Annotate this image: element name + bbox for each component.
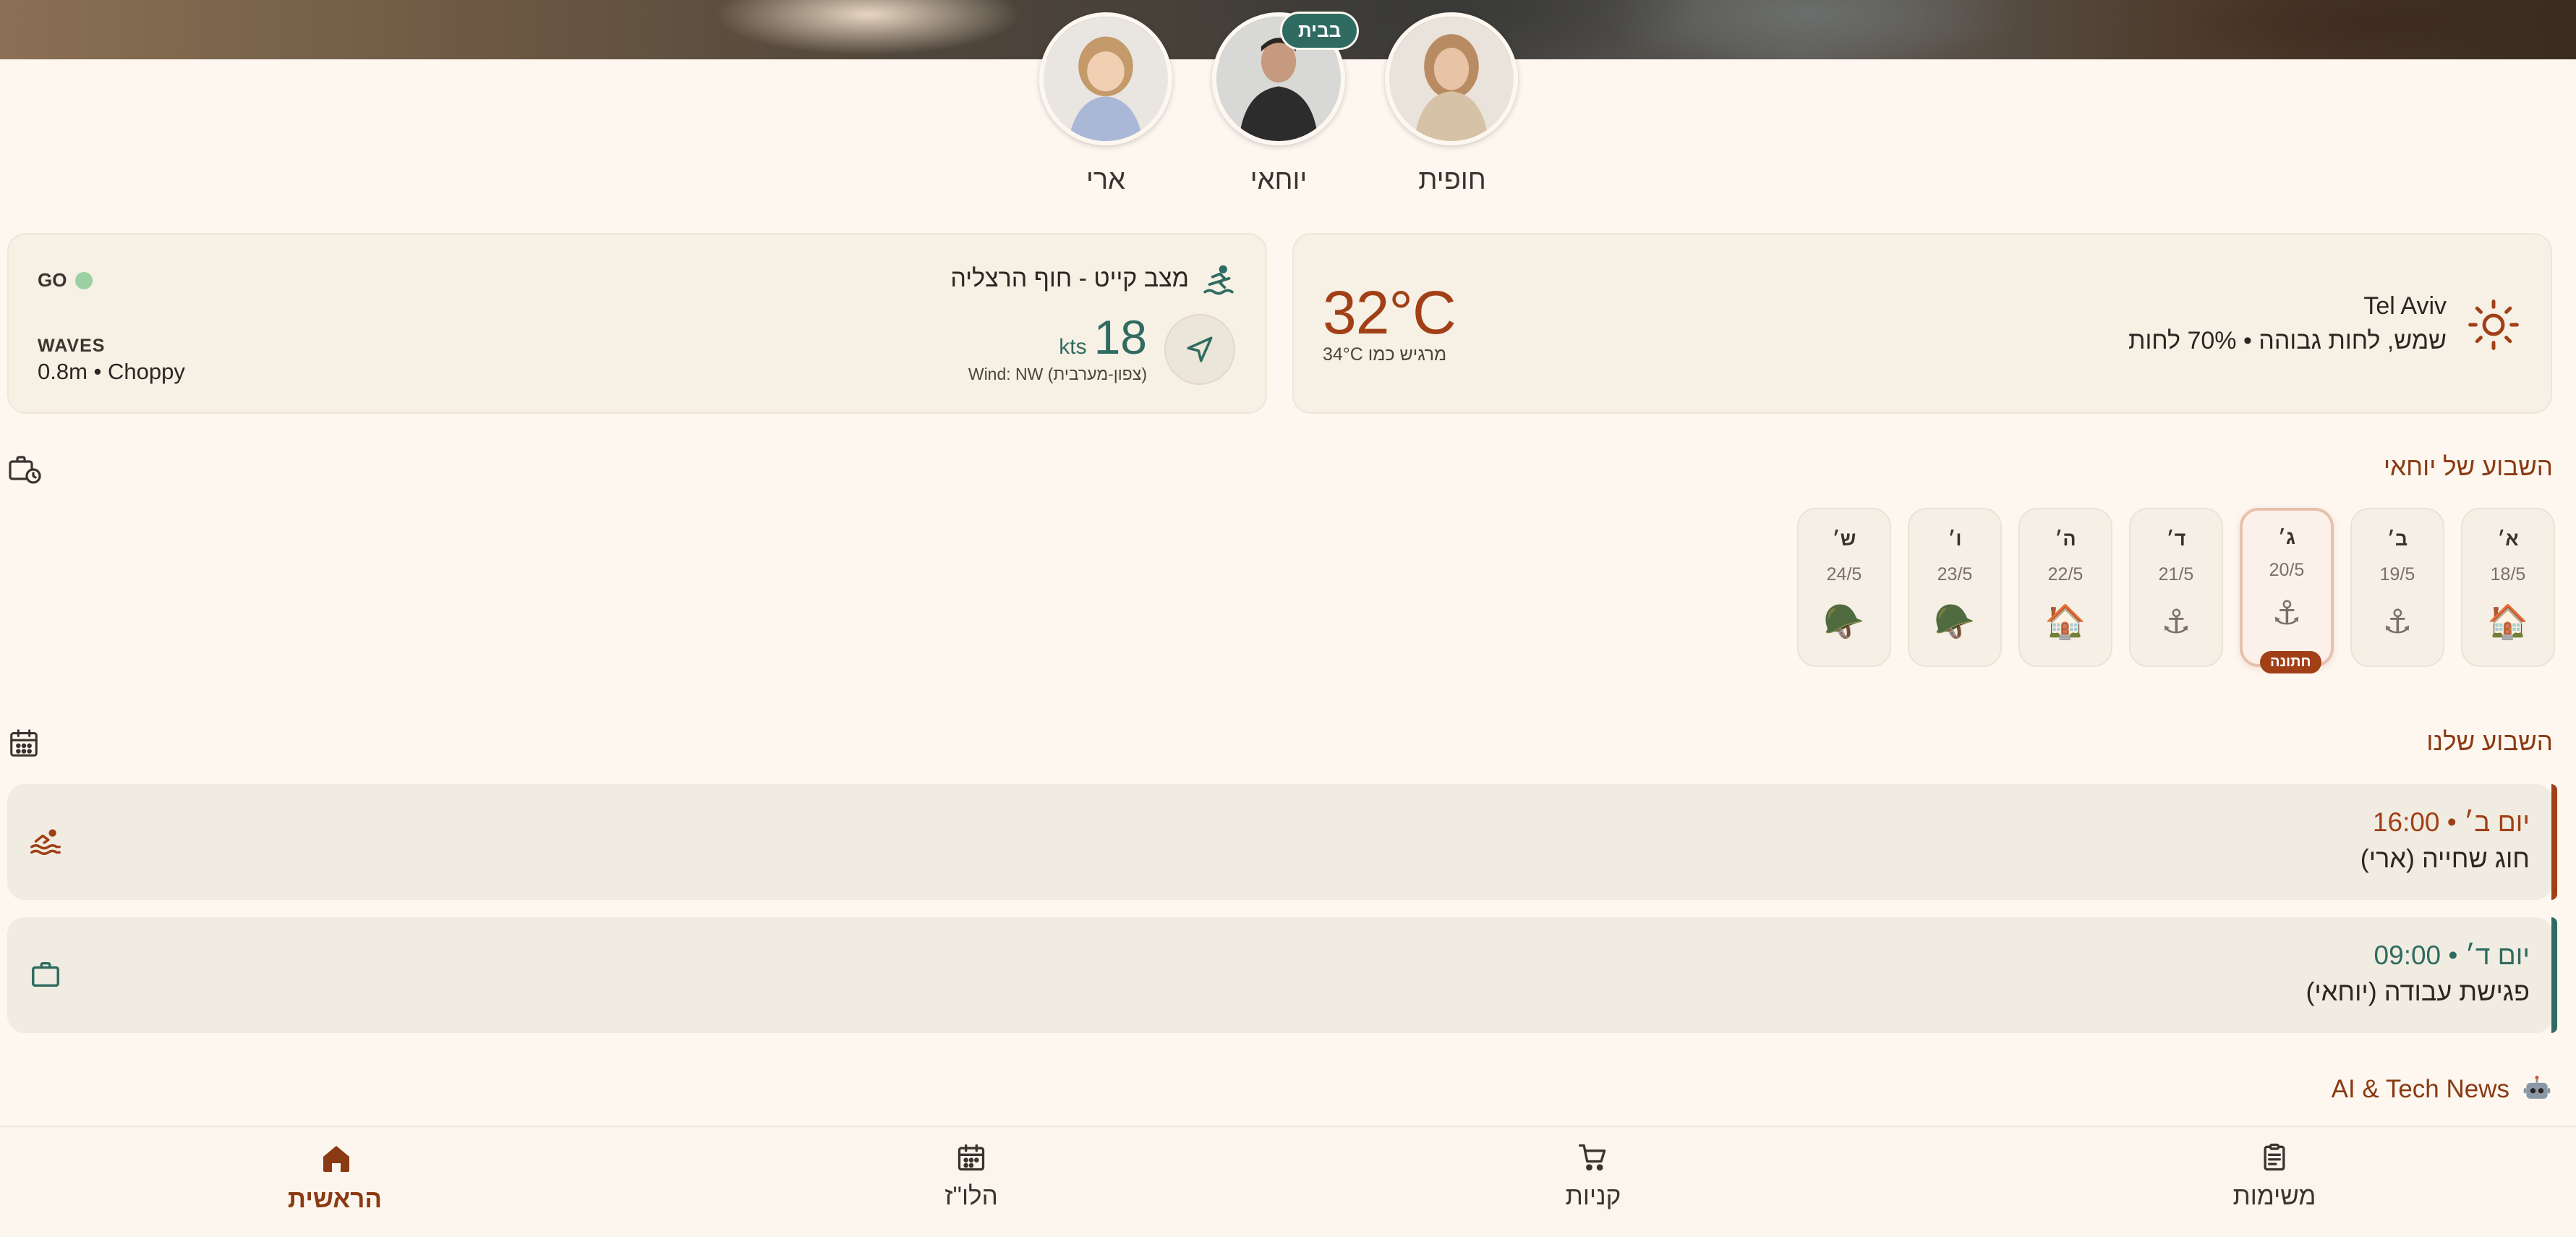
day-name: ו׳ <box>1948 528 1962 550</box>
avatar-name-yohai: יוחאי <box>1250 165 1308 195</box>
day-date: 23/5 <box>1937 564 1973 585</box>
avatar-hofit[interactable] <box>1385 12 1518 145</box>
avatar-name-ari: ארי <box>1086 165 1126 195</box>
day-name: א׳ <box>2497 528 2519 550</box>
day-tile-tue-today[interactable]: ג׳ 20/5 ⚓ <box>2240 508 2334 667</box>
event-title: חוג שחייה (ארי) <box>2360 843 2530 873</box>
surfer-icon <box>1200 263 1237 299</box>
anchor-icon: ⚓ <box>2161 603 2191 640</box>
go-status-dot <box>75 271 93 289</box>
day-tile-sun[interactable]: א׳ 18/5 🏠 <box>2461 508 2555 667</box>
day-date: 19/5 <box>2379 564 2415 585</box>
day-name: ש׳ <box>1832 528 1856 550</box>
nav-label: קניות <box>1565 1182 1621 1210</box>
day-name: ב׳ <box>2387 528 2408 550</box>
briefcase-icon <box>29 958 64 992</box>
child-photo-icon <box>1044 17 1168 141</box>
wind-direction-compass <box>1164 314 1235 385</box>
cart-icon <box>1577 1142 1609 1173</box>
day-tile-thu[interactable]: ה׳ 22/5 🏠 <box>2018 508 2112 667</box>
nav-label: הלו"ז <box>944 1182 998 1210</box>
navigation-arrow-icon <box>1187 336 1213 362</box>
helmet-icon: 🪖 <box>1823 603 1865 640</box>
news-section-header[interactable]: AI & Tech News <box>2332 1074 2553 1105</box>
event-time: יום ב׳ • 16:00 <box>2372 807 2530 837</box>
calendar-icon[interactable] <box>7 726 43 762</box>
weather-temperature: 32°C <box>1323 279 1457 347</box>
nav-label: הראשית <box>287 1185 383 1213</box>
wind-speed-unit: kts <box>1059 335 1087 359</box>
event-card-work-meeting[interactable]: יום ד׳ • 09:00 פגישת עבודה (יוחאי) <box>7 917 2557 1033</box>
briefcase-clock-icon[interactable] <box>7 451 43 488</box>
event-time: יום ד׳ • 09:00 <box>2374 940 2530 970</box>
news-title: AI & Tech News <box>2331 1075 2509 1103</box>
go-status: GO <box>38 269 93 292</box>
person-week-title: השבוע של יוחאי <box>2384 453 2553 481</box>
day-name: ה׳ <box>2055 528 2076 550</box>
day-date: 22/5 <box>2047 564 2084 585</box>
event-color-bar <box>2551 784 2557 900</box>
day-date: 21/5 <box>2158 564 2194 585</box>
event-card-swimming[interactable]: יום ב׳ • 16:00 חוג שחייה (ארי) <box>7 784 2557 900</box>
day-tile-mon[interactable]: ב׳ 19/5 ⚓ <box>2350 508 2444 667</box>
day-name: ד׳ <box>2166 528 2186 550</box>
nav-label: משימות <box>2232 1182 2316 1210</box>
day-tile-wed[interactable]: ד׳ 21/5 ⚓ <box>2129 508 2223 667</box>
anchor-icon: ⚓ <box>2272 594 2302 632</box>
home-icon <box>319 1142 354 1176</box>
nav-item-home[interactable]: הראשית <box>230 1142 440 1228</box>
swim-icon <box>29 825 64 859</box>
waves-label: WAVES <box>38 336 106 356</box>
kite-title: מצב קייט - חוף הרצליה <box>950 265 1189 292</box>
weather-city: Tel Aviv <box>2363 292 2447 320</box>
feels-like-text: מרגיש כמו 34°C <box>1323 344 1447 365</box>
nav-item-shopping[interactable]: קניות <box>1488 1142 1698 1228</box>
go-status-label: GO <box>38 269 67 291</box>
robot-icon <box>2521 1074 2553 1105</box>
clipboard-icon <box>2259 1142 2290 1173</box>
avatar-ari[interactable] <box>1039 12 1172 145</box>
home-status-badge: בבית <box>1280 12 1360 50</box>
weather-condition: שמש, לחות גבוהה • 70% לחות <box>2128 327 2447 354</box>
nav-item-tasks[interactable]: משימות <box>2170 1142 2379 1228</box>
weather-card[interactable]: Tel Aviv שמש, לחות גבוהה • 70% לחות 32°C… <box>1292 233 2552 414</box>
family-week-title: השבוע שלנו <box>2426 728 2553 756</box>
day-tile-fri[interactable]: ו׳ 23/5 🪖 <box>1908 508 2002 667</box>
helmet-icon: 🪖 <box>1934 603 1976 640</box>
wind-speed-value: 18 <box>1093 310 1147 364</box>
wind-speed: kts 18 <box>1059 310 1147 365</box>
wind-direction-text: Wind: NW (צפון-מערבית) <box>968 365 1147 383</box>
home-icon: 🏠 <box>2487 603 2529 640</box>
day-date: 24/5 <box>1826 564 1862 585</box>
avatar-name-hofit: חופית <box>1418 165 1486 195</box>
event-color-bar <box>2551 917 2557 1033</box>
day-tile-sat[interactable]: ש׳ 24/5 🪖 <box>1797 508 1891 667</box>
anchor-icon: ⚓ <box>2382 603 2413 640</box>
home-icon: 🏠 <box>2044 603 2086 640</box>
waves-value: 0.8m • Choppy <box>38 359 185 384</box>
sun-icon <box>2467 298 2520 352</box>
event-title: פגישת עבודה (יוחאי) <box>2306 977 2530 1006</box>
kite-conditions-card[interactable]: מצב קייט - חוף הרצליה kts 18 Wind: NW (צ… <box>7 233 1267 414</box>
day-date: 18/5 <box>2490 564 2526 585</box>
day-date: 20/5 <box>2269 560 2305 580</box>
bottom-navigation: משימות קניות הלו"ז הראשית <box>0 1126 2576 1237</box>
woman-photo-icon <box>1389 17 1514 141</box>
calendar-icon <box>955 1142 987 1173</box>
event-badge-wedding: חתונה <box>2260 651 2321 673</box>
nav-item-schedule[interactable]: הלו"ז <box>866 1142 1076 1228</box>
day-name: ג׳ <box>2278 527 2295 548</box>
